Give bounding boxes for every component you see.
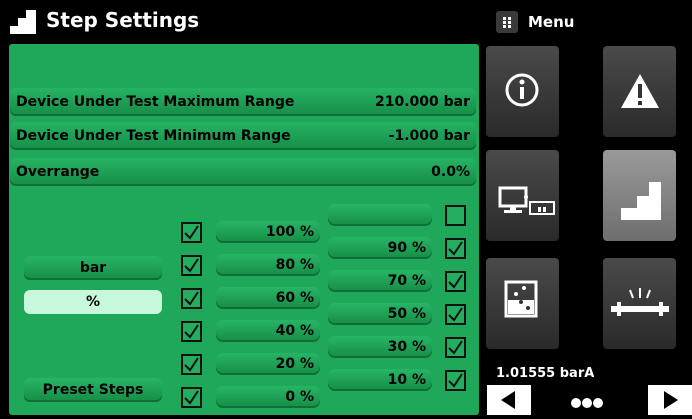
step-button-left[interactable]: 60 % (216, 287, 320, 309)
step-checkbox-left[interactable] (181, 321, 202, 342)
step-button-left[interactable]: 0 % (216, 386, 320, 408)
step-value: 70 % (387, 273, 426, 289)
remote-icon (498, 186, 555, 215)
preset-steps-button[interactable]: Preset Steps (24, 378, 162, 402)
page-title: Step Settings (46, 8, 200, 32)
step-button-right[interactable] (328, 204, 432, 226)
step-button-left[interactable]: 20 % (216, 353, 320, 375)
min-range-button[interactable]: Device Under Test Minimum Range -1.000 b… (10, 122, 476, 150)
page-indicator (570, 394, 606, 413)
step-value: 80 % (275, 257, 314, 273)
step-value: 100 % (265, 224, 314, 240)
unit-percent-button[interactable]: % (24, 290, 162, 314)
overrange-label: Overrange (16, 164, 100, 180)
leak-test-tile[interactable] (486, 258, 559, 349)
step-checkbox-right[interactable] (445, 304, 466, 325)
step-button-right[interactable]: 50 % (328, 303, 432, 325)
step-button-right[interactable]: 10 % (328, 369, 432, 391)
remote-tile[interactable] (486, 150, 559, 241)
max-range-button[interactable]: Device Under Test Maximum Range 210.000 … (10, 88, 476, 116)
pressure-readout: 1.01555 barA (496, 366, 595, 381)
leak-test-icon (504, 280, 538, 318)
step-button-left[interactable]: 40 % (216, 320, 320, 342)
step-checkbox-left[interactable] (181, 222, 202, 243)
step-button-left[interactable]: 80 % (216, 254, 320, 276)
min-range-label: Device Under Test Minimum Range (16, 128, 291, 144)
step-value: 90 % (387, 240, 426, 256)
prev-page-button[interactable] (487, 385, 531, 415)
step-checkbox-right[interactable] (445, 205, 466, 226)
arrow-right-icon (664, 391, 678, 409)
menu-icon[interactable] (496, 11, 518, 33)
step-value: 0 % (285, 389, 314, 405)
max-range-label: Device Under Test Maximum Range (16, 94, 295, 110)
overrange-button[interactable]: Overrange 0.0% (10, 158, 476, 186)
step-value: 20 % (275, 356, 314, 372)
step-checkbox-right[interactable] (445, 238, 466, 259)
overrange-value: 0.0% (431, 164, 470, 180)
info-icon (505, 73, 539, 107)
step-icon (10, 10, 36, 34)
unit-bar-button[interactable]: bar (24, 256, 162, 280)
warning-icon (621, 74, 659, 108)
step-checkbox-left[interactable] (181, 354, 202, 375)
step-checkbox-left[interactable] (181, 255, 202, 276)
step-checkbox-left[interactable] (181, 288, 202, 309)
step-value: 10 % (387, 372, 426, 388)
menu-label[interactable]: Menu (528, 13, 574, 31)
step-button-right[interactable]: 90 % (328, 237, 432, 259)
step-settings-icon (621, 182, 661, 220)
min-range-value: -1.000 bar (388, 128, 470, 144)
next-page-button[interactable] (648, 385, 692, 415)
step-value: 30 % (387, 339, 426, 355)
step-value: 60 % (275, 290, 314, 306)
step-button-left[interactable]: 100 % (216, 221, 320, 243)
step-settings-tile[interactable] (603, 150, 676, 241)
warning-tile[interactable] (603, 46, 676, 137)
step-value: 50 % (387, 306, 426, 322)
max-range-value: 210.000 bar (374, 94, 470, 110)
step-checkbox-right[interactable] (445, 271, 466, 292)
sensor-tile[interactable] (603, 258, 676, 349)
arrow-left-icon (501, 391, 515, 409)
step-checkbox-right[interactable] (445, 337, 466, 358)
step-button-right[interactable]: 30 % (328, 336, 432, 358)
step-button-right[interactable]: 70 % (328, 270, 432, 292)
sensor-icon (611, 288, 669, 316)
info-tile[interactable] (486, 46, 559, 137)
step-checkbox-right[interactable] (445, 370, 466, 391)
step-checkbox-left[interactable] (181, 387, 202, 408)
step-value: 40 % (275, 323, 314, 339)
